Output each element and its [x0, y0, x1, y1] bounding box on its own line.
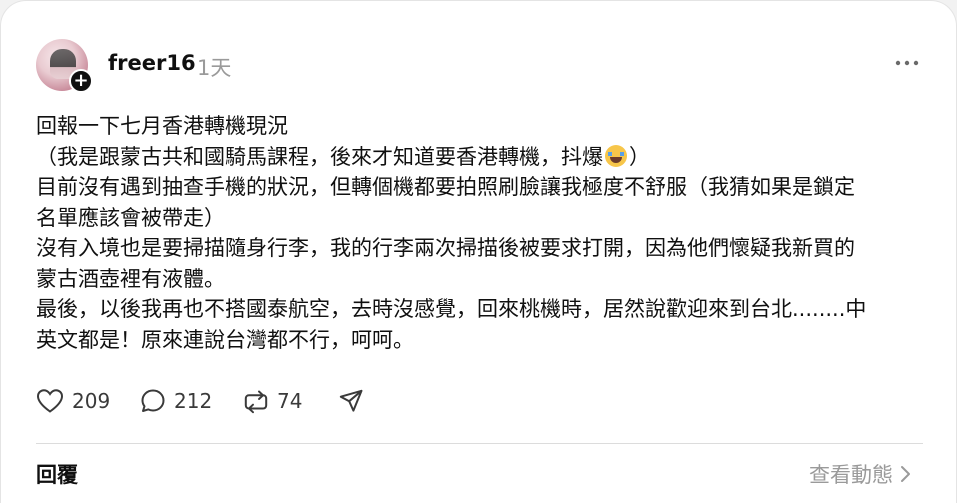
- like-count: 209: [72, 389, 111, 413]
- post-line: （我是跟蒙古共和國騎馬課程，後來才知道要香港轉機，抖爆 ）: [36, 142, 926, 173]
- post-line: 目前沒有遇到抽查手機的狀況，但轉個機都要拍照刷臉讓我極度不舒服（我猜如果是鎖定: [36, 175, 855, 199]
- loudly-crying-face-icon: [605, 144, 627, 167]
- post-line-suffix: ）: [629, 144, 650, 169]
- share-button[interactable]: [338, 386, 364, 416]
- post-time[interactable]: 1天: [197, 52, 231, 82]
- post-line: 回報一下七月香港轉機現況: [36, 114, 288, 138]
- post-line: 名單應該會被帶走）: [36, 205, 225, 230]
- like-button[interactable]: 209: [36, 386, 110, 416]
- view-activity-label: 查看動態: [809, 463, 893, 487]
- repost-button[interactable]: 74: [243, 386, 302, 416]
- more-options-icon[interactable]: [894, 53, 920, 73]
- post-line: 英文都是！原來連說台灣都不行，呵呵。: [36, 327, 414, 352]
- heart-icon: [36, 389, 64, 413]
- comment-count: 212: [174, 389, 213, 413]
- comment-button[interactable]: 212: [140, 386, 212, 416]
- repost-icon: [244, 390, 268, 414]
- view-activity-link[interactable]: 查看動態: [809, 459, 911, 489]
- post-line: 最後，以後我再也不搭國泰航空，去時沒感覺，回來桃機時，居然說歡迎來到台北....…: [36, 297, 867, 321]
- repost-count: 74: [277, 389, 303, 413]
- divider: [36, 443, 923, 444]
- send-icon: [339, 389, 363, 412]
- comment-icon: [141, 389, 165, 412]
- replies-heading: 回覆: [36, 463, 78, 487]
- post-line-text: （我是跟蒙古共和國騎馬課程，後來才知道要香港轉機，抖爆: [36, 144, 603, 169]
- post-card: + freer16 1天 回報一下七月香港轉機現況 （我是跟蒙古共和國騎馬課程，…: [0, 0, 957, 503]
- post-line: 沒有入境也是要掃描隨身行李，我的行李兩次掃描後被要求打開，因為他們懷疑我新買的: [36, 236, 855, 260]
- post-body: 回報一下七月香港轉機現況 （我是跟蒙古共和國騎馬課程，後來才知道要香港轉機，抖爆…: [36, 111, 926, 355]
- username[interactable]: freer16: [108, 51, 196, 75]
- follow-plus-icon[interactable]: +: [69, 69, 93, 93]
- chevron-right-icon: [901, 466, 910, 482]
- post-line: 蒙古酒壺裡有液體。: [36, 266, 225, 291]
